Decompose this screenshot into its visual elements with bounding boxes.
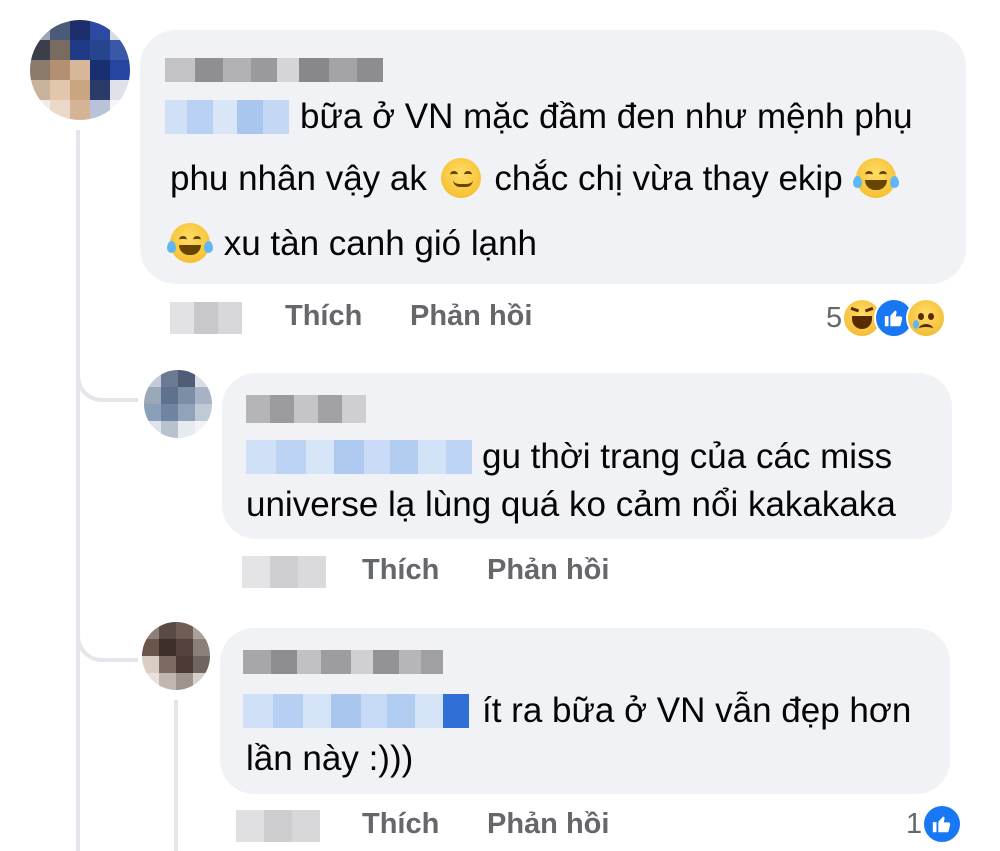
timestamp[interactable] — [236, 810, 320, 842]
thread-line — [76, 130, 80, 851]
avatar[interactable] — [144, 370, 212, 438]
mentioned-user[interactable] — [165, 100, 289, 134]
reply-button[interactable]: Phản hồi — [410, 300, 532, 333]
sad-reaction-icon — [906, 298, 947, 338]
comment-text-line: bữa ở VN mặc đầm đen như mệnh phụ — [300, 97, 913, 136]
comment-text-line: ít ra bữa ở VN vẫn đẹp hơn — [482, 691, 912, 730]
avatar[interactable] — [142, 622, 210, 690]
tears-of-joy-icon — [853, 158, 900, 198]
comment-text-line: lần này :))) — [246, 739, 414, 778]
author-name[interactable] — [243, 650, 443, 674]
timestamp[interactable] — [242, 556, 326, 588]
thread-connector — [76, 590, 138, 662]
author-name[interactable] — [246, 395, 366, 423]
like-button[interactable]: Thích — [362, 554, 439, 587]
comment-text-line: phu nhân vậy ak chắc chị vừa thay ekip — [170, 148, 900, 210]
smirk-face-icon — [440, 158, 481, 198]
comment-text-line: xu tàn canh gió lạnh — [167, 213, 537, 275]
tears-of-joy-icon — [167, 223, 213, 263]
reaction-count: 1 — [906, 807, 923, 840]
mentioned-user[interactable] — [243, 694, 469, 728]
reply-button[interactable]: Phản hồi — [487, 554, 609, 587]
author-name[interactable] — [165, 58, 383, 82]
comment-text-line: universe lạ lùng quá ko cảm nổi kakakaka — [246, 485, 896, 524]
reaction-summary[interactable]: 1 — [906, 804, 963, 844]
like-button[interactable]: Thích — [362, 808, 439, 841]
avatar[interactable] — [30, 20, 130, 120]
reaction-count: 5 — [826, 301, 843, 334]
reaction-summary[interactable]: 5 — [826, 298, 947, 338]
like-reaction-icon — [922, 804, 963, 844]
reply-button[interactable]: Phản hồi — [487, 808, 609, 841]
mentioned-user[interactable] — [246, 440, 472, 474]
like-button[interactable]: Thích — [285, 300, 362, 333]
thread-connector — [76, 330, 138, 402]
thread-line — [174, 700, 178, 851]
timestamp[interactable] — [170, 302, 242, 334]
